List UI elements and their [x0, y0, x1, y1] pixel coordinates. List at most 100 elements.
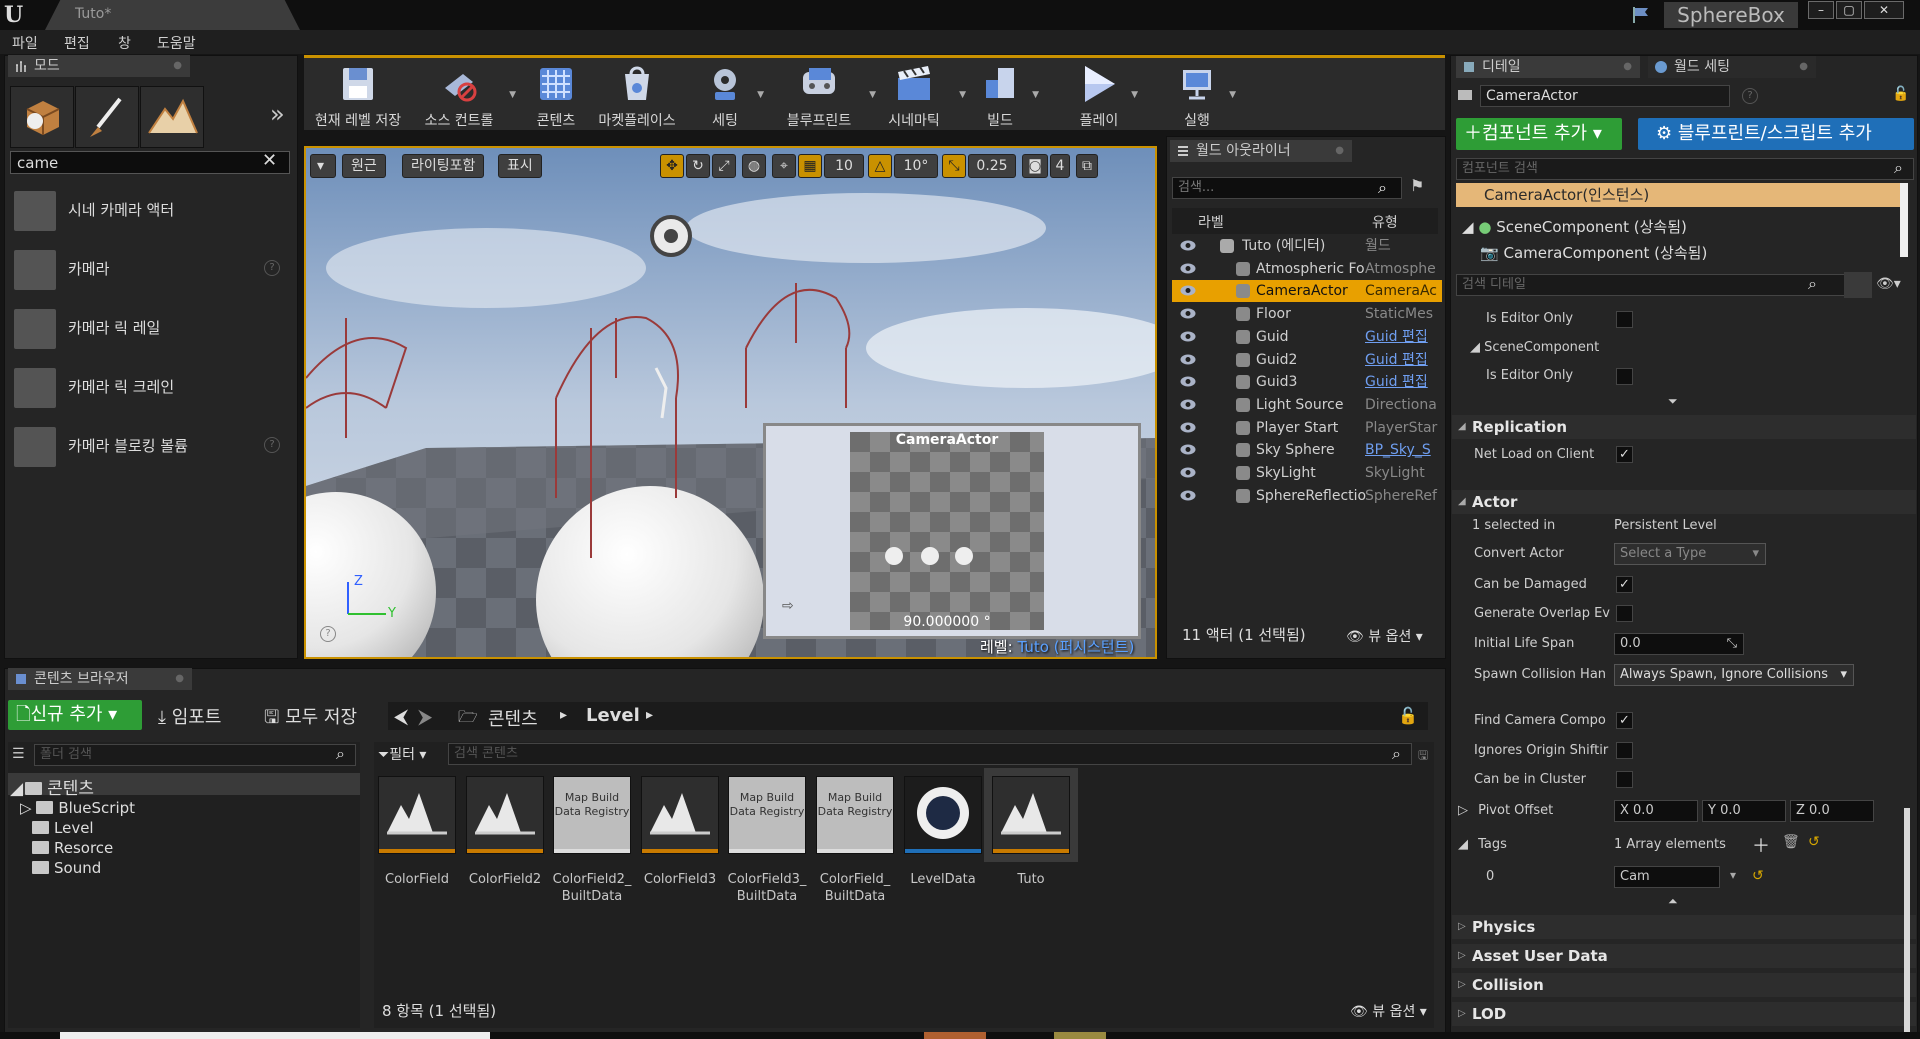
add-component-button[interactable]: ＋컴포넌트 추가 ▾	[1456, 118, 1622, 150]
visibility-eye-icon[interactable]	[1180, 285, 1196, 296]
viewport-options-button[interactable]: ▾	[310, 154, 336, 178]
outliner-row[interactable]: Tuto (에디터) 월드	[1172, 235, 1442, 257]
asset-tile[interactable]	[466, 776, 544, 854]
scene-component-group[interactable]: ◢ SceneComponent	[1470, 340, 1599, 355]
cinematics-button[interactable]: 시네마틱 ▼	[876, 60, 966, 130]
world-space-icon[interactable]: ◍	[742, 154, 766, 178]
tree-toggle-icon[interactable]: ☰	[12, 746, 25, 762]
feedback-flag-icon[interactable]	[1630, 5, 1652, 25]
menu-window[interactable]: 창	[118, 33, 131, 53]
settings-button[interactable]: 세팅 ▼	[700, 60, 764, 130]
component-search-input[interactable]: 컴포넌트 검색	[1456, 158, 1914, 180]
pivot-offset-row[interactable]: ▷ Pivot Offset	[1458, 803, 1553, 818]
visibility-eye-icon[interactable]	[1180, 422, 1196, 433]
close-tab-icon[interactable]: ●	[1335, 140, 1344, 162]
camera-speed-icon[interactable]: ◙	[1022, 154, 1048, 178]
mode-item-camera-rail[interactable]: 카메라 릭 레일	[10, 304, 290, 352]
outliner-row[interactable]: CameraActor CameraAc	[1172, 280, 1442, 303]
save-level-button[interactable]: 현재 레벨 저장	[310, 60, 406, 130]
play-button[interactable]: 플레이 ▼	[1074, 60, 1138, 130]
build-button[interactable]: 빌드 ▼	[975, 60, 1039, 130]
taskbar-item[interactable]	[60, 1032, 490, 1039]
column-label[interactable]: 라벨	[1198, 212, 1224, 232]
dropdown-arrow-icon[interactable]: ▼	[757, 90, 764, 100]
pivot-z-field[interactable]: Z 0.0	[1790, 800, 1874, 822]
component-tree-camera[interactable]: 📷 CameraComponent (상속됨)	[1480, 242, 1707, 263]
help-icon[interactable]: ?	[264, 260, 280, 276]
close-tab-icon[interactable]: ●	[1623, 56, 1632, 78]
section-actor[interactable]: ◢ Actor	[1452, 490, 1916, 514]
details-scrollbar[interactable]	[1904, 808, 1910, 1034]
import-button[interactable]: ⤓ 임포트	[158, 703, 221, 729]
mode-item-cine-camera[interactable]: 시네 카메라 액터	[10, 186, 290, 234]
maximize-viewport-icon[interactable]: ⧉	[1076, 154, 1098, 178]
column-type[interactable]: 유형	[1372, 212, 1398, 232]
modes-search-input[interactable]: came	[10, 151, 290, 174]
launch-button[interactable]: 실행 ▼	[1172, 60, 1236, 130]
asset-tile[interactable]: Map Build Data Registry	[728, 776, 806, 854]
tab-modes[interactable]: 모드 ●	[8, 55, 190, 77]
outliner-row[interactable]: Player Start PlayerStar	[1172, 417, 1442, 439]
convert-actor-dropdown[interactable]: Select a Type ▾	[1614, 543, 1766, 565]
camera-speed-value[interactable]: 4	[1050, 154, 1070, 178]
mode-item-camera-blocking-volume[interactable]: 카메라 블로킹 볼륨 ?	[10, 422, 290, 470]
detail-search-input[interactable]: 검색 디테일	[1456, 274, 1846, 296]
show-button[interactable]: 표시	[498, 154, 542, 178]
viewport-help-icon[interactable]: ?	[320, 626, 336, 642]
translate-tool-icon[interactable]: ✥	[660, 154, 684, 178]
help-icon[interactable]: ?	[1742, 88, 1758, 104]
section-collision[interactable]: ▷ Collision	[1452, 973, 1916, 997]
grid-snap-value[interactable]: 10	[824, 154, 864, 178]
mode-place-button[interactable]	[10, 86, 74, 148]
content-search-input[interactable]: 검색 콘텐츠	[448, 743, 1412, 765]
grid-snap-icon[interactable]: ▦	[798, 154, 822, 178]
is-editor-only-checkbox[interactable]	[1616, 311, 1633, 328]
tab-content-browser[interactable]: 콘텐츠 브라우저 ●	[8, 668, 192, 690]
pin-preview-icon[interactable]: ⇨	[782, 598, 794, 614]
outliner-search-input[interactable]: 검색...	[1172, 177, 1402, 199]
source-control-button[interactable]: 소스 컨트롤 ▼	[416, 60, 516, 130]
folder-search-input[interactable]: 폴더 검색	[34, 744, 356, 766]
visibility-eye-icon[interactable]	[1180, 331, 1196, 342]
asset-tile[interactable]	[378, 776, 456, 854]
visibility-eye-icon[interactable]	[1180, 444, 1196, 455]
outliner-view-options[interactable]: 👁 뷰 옵션 ▾	[1346, 626, 1423, 646]
maximize-button[interactable]: ▢	[1836, 1, 1862, 19]
can-be-damaged-checkbox[interactable]: ✓	[1616, 576, 1633, 593]
save-all-button[interactable]: 🖫 모두 저장	[264, 703, 357, 735]
path-separator-icon[interactable]: ▸	[646, 707, 653, 723]
rotation-snap-value[interactable]: 10°	[894, 154, 938, 178]
lock-icon[interactable]: 🔓	[1398, 706, 1418, 725]
tree-folder-bluescript[interactable]: ▷ BlueScript	[20, 799, 135, 817]
outliner-row[interactable]: Guid3 Guid 편집	[1172, 371, 1442, 393]
outliner-row[interactable]: Sky Sphere BP_Sky_S	[1172, 439, 1442, 461]
rotation-snap-icon[interactable]: △	[868, 154, 892, 178]
tab-world-settings[interactable]: 월드 세팅 ●	[1648, 56, 1816, 78]
taskbar-item[interactable]	[924, 1032, 986, 1039]
dropdown-arrow-icon[interactable]: ▼	[509, 90, 516, 100]
outliner-row-type[interactable]: Guid 편집	[1365, 349, 1442, 371]
reset-arrow-icon[interactable]: ↺	[1808, 834, 1820, 850]
outliner-row-type[interactable]: Guid 편집	[1365, 371, 1442, 393]
tab-world-outliner[interactable]: 월드 아웃라이너 ●	[1170, 140, 1352, 162]
back-arrow-icon[interactable]: ⮜	[394, 704, 408, 728]
dropdown-arrow-icon[interactable]: ▼	[1131, 90, 1138, 100]
add-filter-icon[interactable]: ⚑	[1410, 176, 1424, 195]
mode-paint-button[interactable]	[75, 86, 139, 148]
menu-help[interactable]: 도움말	[157, 33, 196, 53]
mode-landscape-button[interactable]	[140, 86, 204, 148]
visibility-eye-icon[interactable]	[1180, 308, 1196, 319]
property-matrix-icon[interactable]	[1844, 272, 1872, 298]
rotate-tool-icon[interactable]: ↻	[686, 154, 710, 178]
save-search-icon[interactable]: 🖫	[1418, 746, 1428, 767]
menu-file[interactable]: 파일	[12, 33, 38, 53]
tags-row[interactable]: ◢ Tags	[1458, 837, 1507, 852]
tree-root[interactable]: ◢ 콘텐츠	[10, 774, 94, 799]
clear-search-icon[interactable]: ✕	[262, 150, 277, 171]
initial-life-field[interactable]: 0.0 ⤡	[1614, 633, 1744, 655]
collapse-advanced-icon[interactable]: ⏶	[1668, 894, 1678, 909]
add-element-icon[interactable]: ＋	[1752, 832, 1770, 858]
path-separator-icon[interactable]: ▸	[560, 707, 567, 723]
is-editor-only-2-checkbox[interactable]	[1616, 368, 1633, 385]
taskbar-item[interactable]	[1054, 1032, 1106, 1039]
